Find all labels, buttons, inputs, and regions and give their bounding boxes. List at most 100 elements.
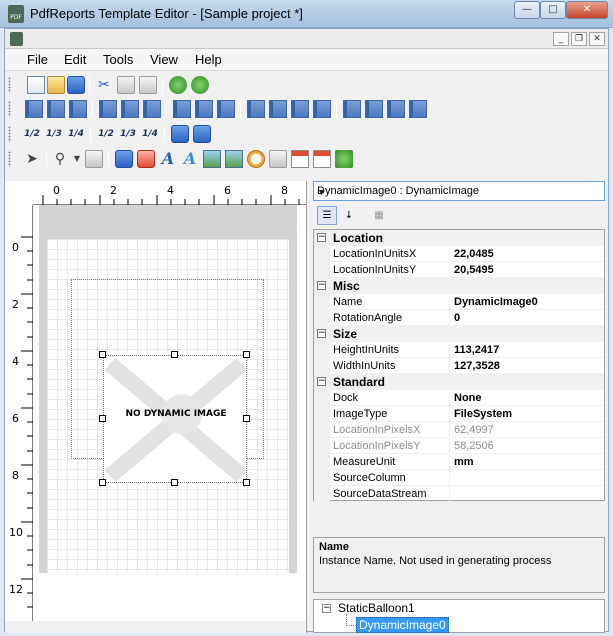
chevron-down-icon[interactable]: ▼ — [68, 150, 86, 168]
vertical-spacing-decrease-icon[interactable] — [387, 100, 405, 118]
third-height-icon[interactable]: 1/3 — [119, 125, 137, 143]
toolbar-grip[interactable] — [8, 77, 11, 93]
menu-tools[interactable]: Tools — [103, 52, 133, 67]
rectangle-tool-icon[interactable] — [115, 150, 133, 168]
vertical-spacing-equal-icon[interactable] — [343, 100, 361, 118]
mdi-restore-button[interactable]: ❐ — [571, 32, 587, 46]
page-number-icon[interactable] — [313, 150, 331, 168]
close-button[interactable]: ✕ — [566, 1, 608, 19]
horizontal-spacing-decrease-icon[interactable] — [291, 100, 309, 118]
resize-handle[interactable] — [171, 351, 178, 358]
resize-handle[interactable] — [243, 351, 250, 358]
resize-handle[interactable] — [99, 351, 106, 358]
property-row-readonly[interactable]: LocationInPixelsY 58,2506 — [314, 438, 604, 454]
menu-view[interactable]: View — [150, 52, 178, 67]
resize-handle[interactable] — [99, 479, 106, 486]
horizontal-spacing-equal-icon[interactable] — [247, 100, 265, 118]
property-row-readonly[interactable]: LocationInPixelsX 62,4997 — [314, 422, 604, 438]
dynamic-image-element[interactable]: NO DYNAMIC IMAGE — [103, 355, 247, 483]
align-right-icon[interactable] — [69, 100, 87, 118]
zoom-icon[interactable]: ⚲ — [51, 150, 69, 168]
static-text-icon[interactable]: A — [159, 150, 177, 168]
maximize-button[interactable]: □ — [540, 1, 566, 19]
category-standard[interactable]: − Standard — [314, 374, 604, 390]
mdi-minimize-button[interactable]: _ — [553, 32, 569, 46]
dynamic-text-icon[interactable]: A — [181, 150, 199, 168]
pointer-icon[interactable]: ➤ — [23, 150, 41, 168]
property-value[interactable]: 127,3528 — [451, 358, 604, 374]
resize-handle[interactable] — [171, 479, 178, 486]
property-row[interactable]: HeightInUnits 113,2417 — [314, 342, 604, 358]
property-value[interactable]: 0 — [451, 310, 604, 326]
property-row[interactable]: Dock None — [314, 390, 604, 406]
resize-handle[interactable] — [99, 415, 106, 422]
canvas-area[interactable]: NO DYNAMIC IMAGE — [33, 205, 306, 633]
categorized-view-button[interactable]: ☰ — [317, 206, 337, 225]
half-width-icon[interactable]: 1/2 — [23, 125, 41, 143]
balloon-tool-icon[interactable] — [137, 150, 155, 168]
property-pages-button[interactable]: ▦ — [369, 206, 389, 225]
same-height-icon[interactable] — [195, 100, 213, 118]
toolbar-grip[interactable] — [8, 151, 11, 167]
property-value[interactable]: None — [451, 390, 604, 406]
save-icon[interactable] — [67, 76, 85, 94]
align-middle-icon[interactable] — [121, 100, 139, 118]
half-height-icon[interactable]: 1/2 — [97, 125, 115, 143]
property-value[interactable]: 20,5495 — [451, 262, 604, 278]
quarter-width-icon[interactable]: 1/4 — [67, 125, 85, 143]
same-size-icon[interactable] — [217, 100, 235, 118]
vertical-spacing-remove-icon[interactable] — [409, 100, 427, 118]
table-icon[interactable] — [269, 150, 287, 168]
third-width-icon[interactable]: 1/3 — [45, 125, 63, 143]
property-row[interactable]: MeasureUnit mm — [314, 454, 604, 470]
collapse-icon[interactable]: − — [317, 329, 326, 338]
property-value[interactable]: mm — [451, 454, 604, 470]
menu-help[interactable]: Help — [195, 52, 222, 67]
minimize-button[interactable]: — — [514, 1, 540, 19]
horizontal-spacing-remove-icon[interactable] — [313, 100, 331, 118]
align-bottom-icon[interactable] — [143, 100, 161, 118]
category-size[interactable]: − Size — [314, 326, 604, 342]
tree-node-root[interactable]: StaticBalloon1 — [338, 601, 415, 615]
property-row[interactable]: LocationInUnitsX 22,0485 — [314, 246, 604, 262]
clock-icon[interactable] — [247, 150, 265, 168]
menu-edit[interactable]: Edit — [64, 52, 86, 67]
chart-icon[interactable] — [335, 150, 353, 168]
menu-file[interactable]: File — [27, 52, 48, 67]
copy-icon[interactable] — [117, 76, 135, 94]
redo-icon[interactable] — [191, 76, 209, 94]
toolbar-grip[interactable] — [8, 101, 11, 117]
tree-node-selected[interactable]: DynamicImage0 — [356, 617, 449, 633]
collapse-icon[interactable]: − — [317, 281, 326, 290]
collapse-icon[interactable]: − — [322, 604, 331, 613]
toolbar-grip[interactable] — [8, 126, 11, 142]
paste-icon[interactable] — [139, 76, 157, 94]
send-to-back-icon[interactable] — [193, 125, 211, 143]
vertical-spacing-increase-icon[interactable] — [365, 100, 383, 118]
property-value[interactable] — [451, 470, 604, 486]
align-center-icon[interactable] — [47, 100, 65, 118]
resize-handle[interactable] — [243, 479, 250, 486]
property-value[interactable]: 113,2417 — [451, 342, 604, 358]
horizontal-spacing-increase-icon[interactable] — [269, 100, 287, 118]
property-value[interactable]: 22,0485 — [451, 246, 604, 262]
property-row[interactable]: RotationAngle 0 — [314, 310, 604, 326]
grid-icon[interactable] — [85, 150, 103, 168]
property-value[interactable] — [451, 486, 604, 502]
static-image-icon[interactable] — [203, 150, 221, 168]
quarter-height-icon[interactable]: 1/4 — [141, 125, 159, 143]
calendar-icon[interactable] — [291, 150, 309, 168]
cut-icon[interactable]: ✂ — [95, 76, 113, 94]
bring-to-front-icon[interactable] — [171, 125, 189, 143]
same-width-icon[interactable] — [173, 100, 191, 118]
collapse-icon[interactable]: − — [317, 377, 326, 386]
undo-icon[interactable] — [169, 76, 187, 94]
category-location[interactable]: − Location — [314, 230, 604, 246]
property-row[interactable]: SourceDataStream — [314, 486, 604, 502]
collapse-icon[interactable]: − — [317, 233, 326, 242]
property-row[interactable]: LocationInUnitsY 20,5495 — [314, 262, 604, 278]
align-top-icon[interactable] — [99, 100, 117, 118]
property-row[interactable]: Name DynamicImage0 — [314, 294, 604, 310]
dynamic-image-icon[interactable] — [225, 150, 243, 168]
mdi-close-button[interactable]: ✕ — [589, 32, 605, 46]
